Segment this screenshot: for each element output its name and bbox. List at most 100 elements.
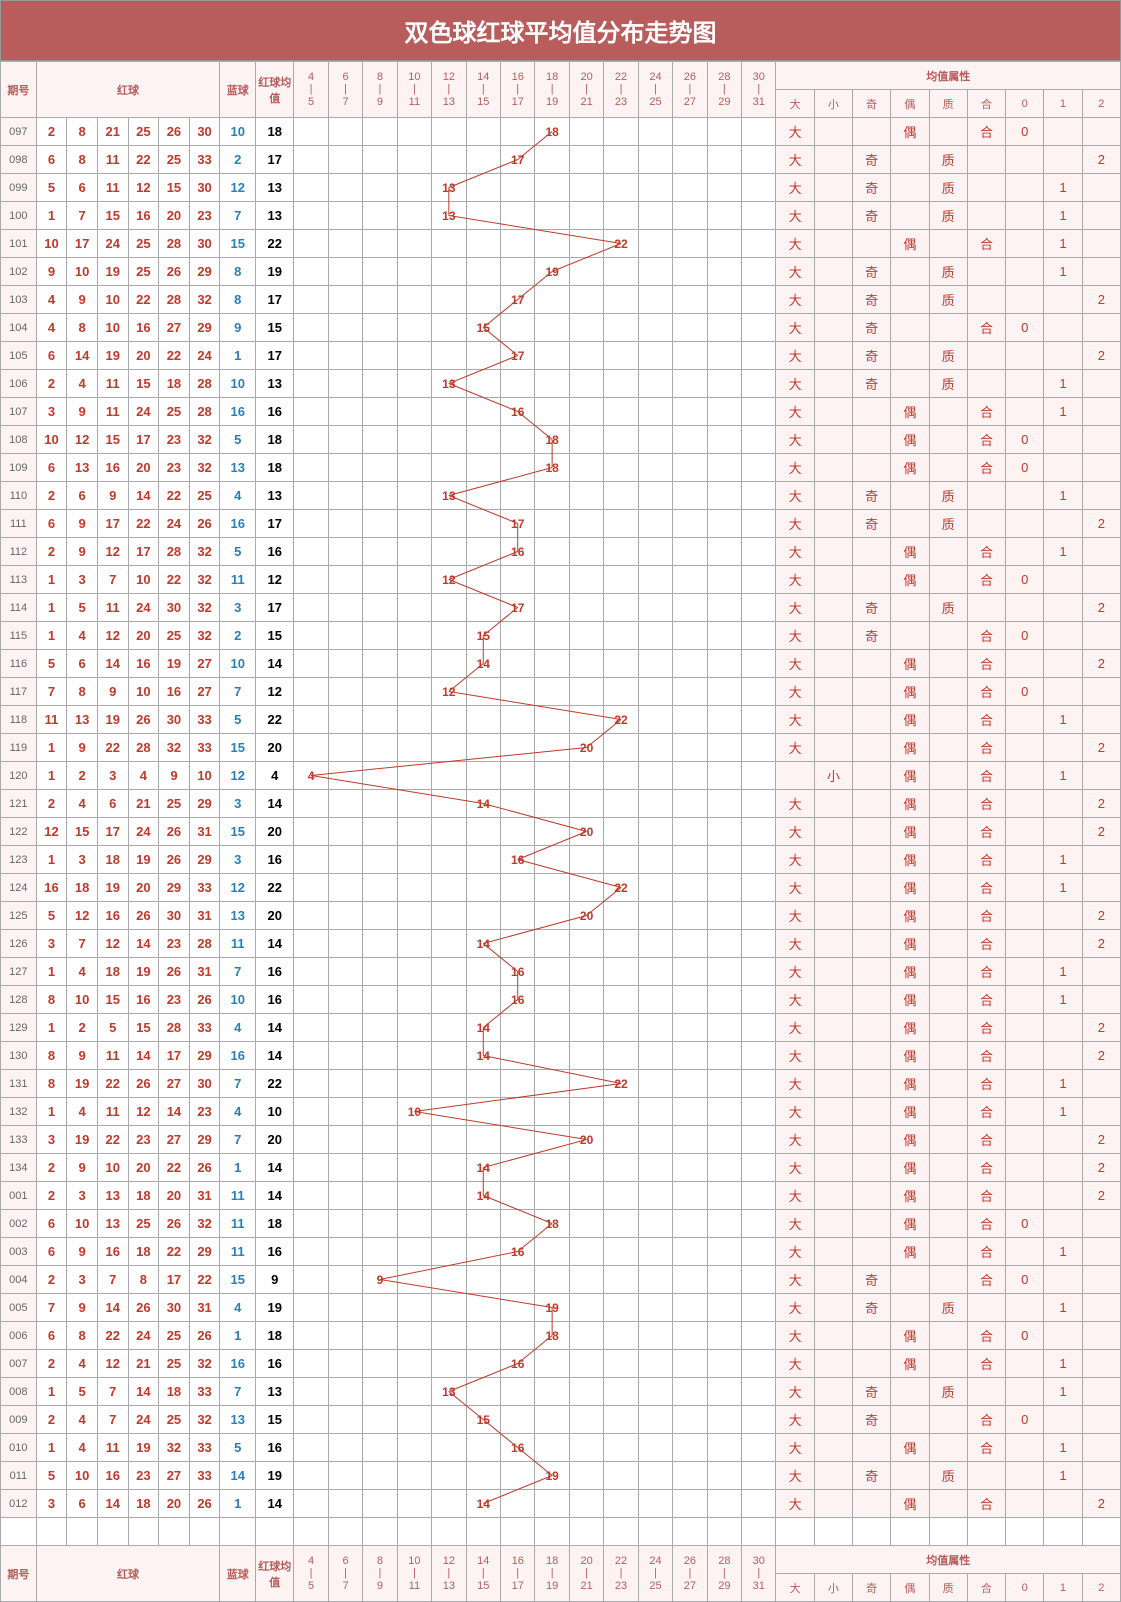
cell-red: 29 <box>189 846 220 874</box>
cell-red: 18 <box>67 874 98 902</box>
trend-empty <box>742 314 776 342</box>
trend-empty <box>397 1042 431 1070</box>
cell-red: 10 <box>67 1210 98 1238</box>
trend-empty <box>466 986 500 1014</box>
cell-red: 1 <box>36 734 67 762</box>
trend-empty <box>535 734 569 762</box>
cell-red: 10 <box>128 678 159 706</box>
chart-title: 双色球红球平均值分布走势图 <box>0 0 1121 61</box>
cell-empty <box>189 1518 220 1546</box>
cell-red: 17 <box>159 1266 190 1294</box>
trend-empty <box>294 1434 328 1462</box>
cell-avg: 18 <box>256 426 294 454</box>
trend-empty <box>638 930 672 958</box>
cell-attr <box>1082 1406 1120 1434</box>
cell-attr: 大 <box>776 230 814 258</box>
cell-attr: 合 <box>967 426 1005 454</box>
trend-empty <box>328 454 362 482</box>
cell-red: 25 <box>128 258 159 286</box>
cell-red: 32 <box>189 454 220 482</box>
trend-empty <box>638 314 672 342</box>
cell-period: 104 <box>1 314 37 342</box>
cell-attr: 合 <box>967 314 1005 342</box>
cell-attr <box>929 902 967 930</box>
cell-red: 26 <box>128 1070 159 1098</box>
cell-period: 111 <box>1 510 37 538</box>
trend-empty <box>569 342 603 370</box>
cell-attr <box>1044 622 1082 650</box>
cell-red: 25 <box>128 230 159 258</box>
trend-empty <box>569 1434 603 1462</box>
table-row: 010141119323351616大偶合1 <box>1 1434 1121 1462</box>
trend-empty <box>294 734 328 762</box>
trend-empty <box>673 258 707 286</box>
trend-empty <box>707 930 741 958</box>
cell-attr <box>1006 1098 1044 1126</box>
trend-empty <box>673 1462 707 1490</box>
trend-empty <box>363 790 397 818</box>
cell-red: 14 <box>128 1378 159 1406</box>
trend-empty <box>363 1210 397 1238</box>
cell-red: 4 <box>128 762 159 790</box>
cell-red: 18 <box>97 958 128 986</box>
trend-empty <box>604 398 638 426</box>
trend-empty <box>363 706 397 734</box>
table-row: 104481016272991515大奇合0 <box>1 314 1121 342</box>
trend-empty <box>363 650 397 678</box>
trend-empty <box>742 1266 776 1294</box>
trend-empty <box>673 1406 707 1434</box>
trend-empty <box>707 594 741 622</box>
cell-attr: 偶 <box>891 398 929 426</box>
trend-empty <box>466 1126 500 1154</box>
trend-empty <box>742 1490 776 1518</box>
trend-empty <box>742 986 776 1014</box>
trend-empty <box>294 370 328 398</box>
trend-empty <box>500 118 534 146</box>
cell-attr <box>929 1406 967 1434</box>
trend-empty <box>604 510 638 538</box>
trend-empty <box>432 342 466 370</box>
cell-red: 18 <box>97 846 128 874</box>
cell-attr <box>814 1490 852 1518</box>
trend-empty <box>466 762 500 790</box>
cell-attr: 大 <box>776 1294 814 1322</box>
cell-attr <box>814 1154 852 1182</box>
cell-attr <box>929 762 967 790</box>
cell-empty <box>432 1518 466 1546</box>
cell-attr <box>853 1350 891 1378</box>
cell-period: 132 <box>1 1098 37 1126</box>
cell-red: 4 <box>67 958 98 986</box>
hdr-trend-range: 16|17 <box>500 1546 534 1602</box>
trend-empty <box>569 146 603 174</box>
cell-attr <box>1082 986 1120 1014</box>
trend-empty <box>673 1266 707 1294</box>
cell-empty <box>638 1518 672 1546</box>
cell-red: 9 <box>67 398 98 426</box>
trend-empty <box>500 1154 534 1182</box>
cell-blue: 16 <box>220 398 256 426</box>
trend-empty <box>604 342 638 370</box>
trend-empty <box>707 1154 741 1182</box>
table-row: 0972821252630101818大偶合0 <box>1 118 1121 146</box>
table-row: 134291020222611414大偶合2 <box>1 1154 1121 1182</box>
trend-empty <box>638 286 672 314</box>
cell-red: 6 <box>36 342 67 370</box>
trend-empty <box>294 426 328 454</box>
trend-empty <box>363 622 397 650</box>
trend-empty <box>742 706 776 734</box>
cell-empty <box>1082 1518 1120 1546</box>
cell-attr: 偶 <box>891 986 929 1014</box>
cell-attr <box>853 566 891 594</box>
cell-red: 32 <box>189 426 220 454</box>
trend-point: 17 <box>500 510 534 538</box>
cell-attr <box>853 846 891 874</box>
table-row: 01151016232733141919大奇质1 <box>1 1462 1121 1490</box>
cell-attr: 0 <box>1006 314 1044 342</box>
trend-empty <box>535 958 569 986</box>
cell-attr <box>891 1266 929 1294</box>
cell-attr: 合 <box>967 650 1005 678</box>
trend-empty <box>604 1182 638 1210</box>
trend-empty <box>294 482 328 510</box>
trend-empty <box>397 1238 431 1266</box>
cell-empty <box>967 1518 1005 1546</box>
